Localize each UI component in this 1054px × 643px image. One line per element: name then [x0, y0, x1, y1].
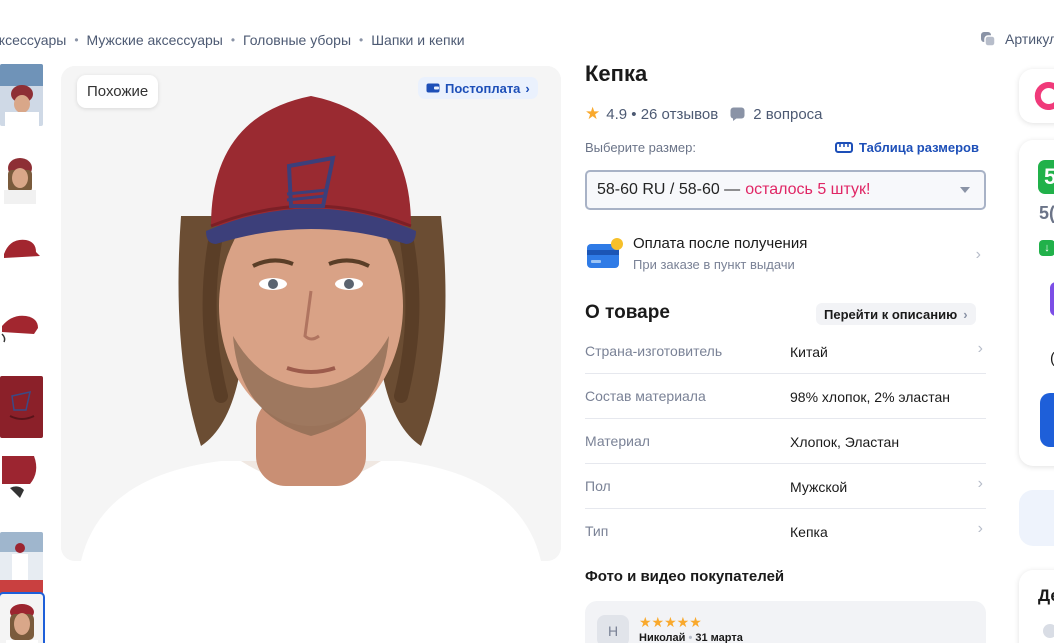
spec-value: Кепка [790, 524, 828, 540]
postpay-label: Постоплата [445, 80, 521, 96]
thumbnail-image [0, 532, 43, 594]
size-select[interactable]: 58-60 RU / 58-60 — осталось 5 штук! [585, 170, 986, 210]
size-label: Выберите размер: [585, 140, 696, 155]
info-icon[interactable] [1043, 624, 1054, 638]
price-value: 5( [1039, 203, 1054, 223]
goto-description-button[interactable]: Перейти к описанию › [816, 303, 976, 325]
wallet-icon [426, 83, 440, 93]
thumbnail-image [0, 64, 43, 126]
about-heading: О товаре [585, 302, 670, 323]
review-card[interactable]: Н ★★★★★ Николай • 31 марта [585, 601, 986, 643]
breadcrumb-item-mens-accessories[interactable]: Мужские аксессуары [87, 32, 223, 48]
selected-size: 58-60 RU / 58-60 — [597, 181, 741, 198]
avatar: Н [597, 615, 629, 643]
thumbnail-2[interactable] [0, 142, 43, 204]
add-to-cart-button[interactable] [1040, 393, 1054, 447]
spec-value: Мужской [790, 479, 848, 495]
rating-dot: • [627, 105, 641, 123]
rating-value: 4.9 [606, 105, 628, 123]
info-card[interactable] [1019, 490, 1054, 546]
chevron-right-icon: › [977, 520, 983, 537]
delivery-heading: Де [1038, 586, 1054, 605]
spec-row-material: Материал Хлопок, Эластан [585, 419, 986, 464]
thumbnail-image [0, 220, 43, 282]
articul-copy[interactable]: Артикул [980, 31, 1054, 47]
similar-products-button[interactable]: Похожие [77, 75, 159, 108]
breadcrumb-item-accessories[interactable]: аксессуары [0, 32, 66, 48]
thumbnail-4[interactable] [0, 298, 43, 360]
download-icon: ↓ [1039, 240, 1054, 256]
payment-subtitle: При заказе в пункт выдачи [633, 257, 795, 272]
spec-key: Материал [585, 433, 650, 449]
spec-row-gender[interactable]: Пол Мужской › [585, 464, 986, 509]
spec-key: Тип [585, 523, 609, 539]
rating-summary[interactable]: ★ 4.9 • 26 отзывов 2 вопроса [585, 104, 823, 124]
chevron-right-icon: › [525, 80, 530, 96]
payment-title: Оплата после получения [633, 235, 808, 252]
card-payment-icon [587, 238, 623, 268]
star-icon: ★ [585, 104, 601, 123]
spec-key: Страна-изготовитель [585, 343, 723, 359]
breadcrumb-separator: • [230, 33, 236, 47]
review-author: Николай [639, 632, 686, 643]
breadcrumb-separator: • [74, 33, 79, 47]
similar-products-label: Похожие [87, 83, 149, 100]
chevron-right-icon: › [975, 246, 981, 263]
breadcrumb-separator: • [359, 33, 364, 47]
breadcrumb-item-hats-caps[interactable]: Шапки и кепки [371, 32, 464, 48]
thumbnail-image [0, 376, 43, 438]
spec-value: Китай [790, 344, 828, 360]
review-stars: ★★★★★ [639, 614, 702, 630]
spec-row-country[interactable]: Страна-изготовитель Китай › [585, 329, 986, 374]
brand-logo-icon [1034, 82, 1054, 110]
question-bubble-icon [730, 107, 745, 121]
thumbnail-7[interactable] [0, 532, 43, 594]
size-table-link[interactable]: Таблица размеров [835, 140, 979, 155]
thumbnail-3[interactable] [0, 220, 43, 282]
product-title: Кепка [585, 61, 648, 86]
chevron-right-icon: › [963, 306, 968, 322]
spec-row-composition: Состав материала 98% хлопок, 2% эластан [585, 374, 986, 419]
copy-icon [981, 32, 996, 47]
thumbnail-1[interactable] [0, 64, 43, 126]
spec-value: Хлопок, Эластан [790, 434, 900, 450]
breadcrumb-item-headwear[interactable]: Головные уборы [243, 32, 351, 48]
stock-left-warning: осталось 5 штук! [745, 181, 871, 198]
payment-after-receipt[interactable]: Оплата после получения При заказе в пунк… [585, 234, 986, 276]
ruler-icon [835, 142, 853, 153]
review-date: 31 марта [695, 632, 743, 643]
spec-key: Пол [585, 478, 611, 494]
thumbnail-image [0, 142, 43, 204]
spec-value: 98% хлопок, 2% эластан [790, 389, 950, 405]
spec-row-type[interactable]: Тип Кепка › [585, 509, 986, 554]
review-meta: Николай • 31 марта [639, 632, 743, 643]
reviews-count[interactable]: 26 отзывов [641, 106, 719, 123]
specs-table: Страна-изготовитель Китай › Состав матер… [585, 329, 986, 554]
chevron-right-icon: › [977, 475, 983, 492]
customer-photos-heading: Фото и видео покупателей [585, 568, 785, 585]
goto-description-label: Перейти к описанию [824, 306, 958, 322]
main-product-image[interactable] [61, 66, 561, 561]
thumbnail-image [0, 454, 43, 516]
articul-label: Артикул [1005, 31, 1054, 47]
quantity-value: ( [1050, 350, 1054, 367]
thumbnail-image [0, 594, 43, 643]
thumbnail-6[interactable] [0, 454, 43, 516]
breadcrumb: аксессуары • Мужские аксессуары • Головн… [0, 31, 465, 49]
thumbnail-image [0, 298, 43, 360]
chevron-down-icon [960, 187, 970, 193]
thumbnail-5[interactable] [0, 376, 43, 438]
price-badge: 5 [1038, 160, 1054, 194]
thumbnail-8[interactable] [0, 592, 45, 643]
postpay-badge[interactable]: Постоплата › [418, 77, 538, 99]
chevron-right-icon: › [977, 340, 983, 357]
spec-key: Состав материала [585, 388, 706, 404]
questions-count[interactable]: 2 вопроса [753, 106, 822, 123]
installment-badge[interactable] [1050, 282, 1054, 316]
product-photo [61, 66, 561, 561]
size-table-label: Таблица размеров [859, 140, 979, 155]
